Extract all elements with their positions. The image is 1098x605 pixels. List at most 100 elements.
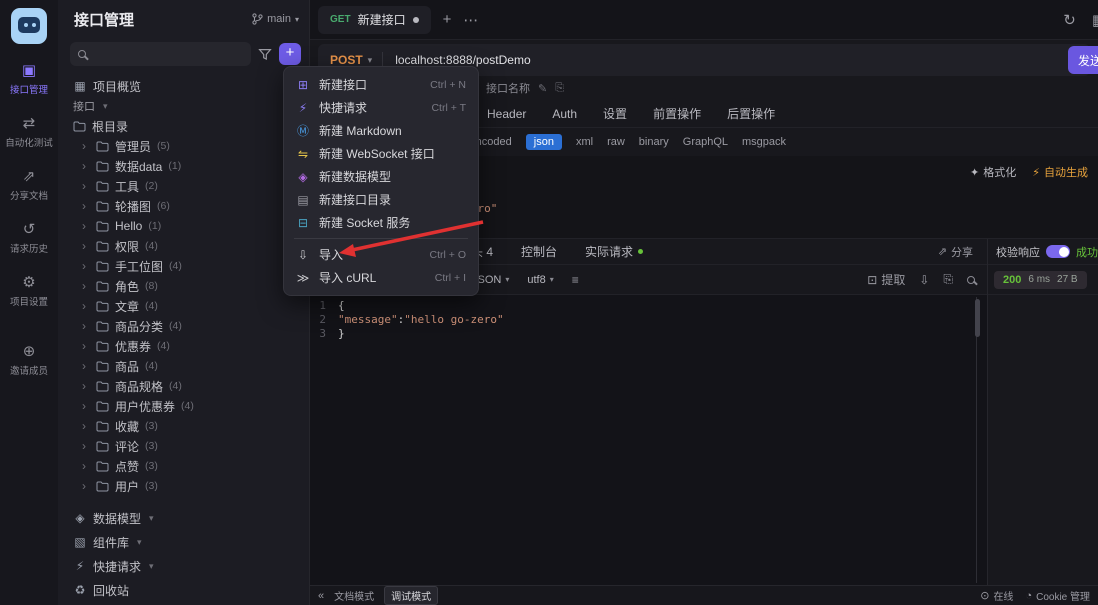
menu-item-new-api[interactable]: ⊞新建接口Ctrl + N [284,73,478,96]
debug-mode-button[interactable]: 调试模式 [384,586,438,605]
bottombar-item-cookie[interactable]: ◔Cookie 管理 [1025,588,1090,603]
bottombar-item-online[interactable]: ⊙在线 [980,588,1013,603]
rail-item-invite-member[interactable]: ⊕邀请成员 [5,335,53,388]
rail-item-api-management[interactable]: ▣接口管理 [5,54,53,107]
tree-folder-row[interactable]: ›用户优惠券(4) [58,396,309,416]
tree-folder-row[interactable]: ›用户(3) [58,476,309,496]
request-tab-设置[interactable]: 设置 [603,105,627,122]
body-type-json[interactable]: json [526,134,562,150]
folder-name: 文章 [115,298,139,315]
menu-item-data-model[interactable]: ◈新建数据模型 [284,165,478,188]
menu-item-socket-service[interactable]: ⊟新建 Socket 服务 [284,211,478,234]
editor-actions: ✦格式化 ⚡自动生成 [970,164,1088,180]
collapse-sidebar-button[interactable]: « [318,590,324,602]
tree-folder-row[interactable]: ›权限(4) [58,236,309,256]
folder-icon [96,301,109,312]
sidebar-section-quick-request[interactable]: ⚡快捷请求▾ [58,554,309,578]
menu-item-new-folder[interactable]: ▤新建接口目录 [284,188,478,211]
more-tabs-button[interactable]: ⋯ [463,11,478,29]
sidebar-section-data-model[interactable]: ◈数据模型▾ [58,506,309,530]
body-type-xml[interactable]: xml [576,136,593,148]
code-segment: : [398,313,405,327]
chevron-right-icon: › [82,379,90,393]
search-icon[interactable] [967,276,975,284]
response-tab[interactable]: 实际请求 [585,243,643,260]
search-box[interactable] [70,42,251,66]
send-button[interactable]: 发送 [1068,46,1098,74]
body-type-msgpack[interactable]: msgpack [742,136,786,148]
request-tab-Auth[interactable]: Auth [552,107,577,121]
body-type-GraphQL[interactable]: GraphQL [683,136,728,148]
scrollbar-thumb[interactable] [975,299,980,337]
tree-folder-row[interactable]: ›Hello(1) [58,216,309,236]
body-type-binary[interactable]: binary [639,136,669,148]
rail-item-share-docs[interactable]: ⇗分享文档 [5,160,53,213]
url-input[interactable]: localhost:8888/postDemo [395,53,530,67]
tree-folder-row[interactable]: ›管理员(5) [58,136,309,156]
format-button[interactable]: ✦格式化 [970,164,1016,180]
response-body[interactable]: 1{2 "message": "hello go-zero"3} [310,295,987,585]
menu-item-markdown[interactable]: Ⓜ新建 Markdown [284,119,478,142]
response-tab[interactable]: 控制台 [521,243,557,260]
rail-item-project-settings[interactable]: ⚙项目设置 [5,266,53,319]
tree-folder-row[interactable]: ›手工位图(4) [58,256,309,276]
chevron-right-icon: › [82,279,90,293]
folder-name: 商品分类 [115,318,163,335]
share-button[interactable]: ⇗分享 [938,244,973,260]
sidebar-section-apis[interactable]: 接口 ▾ [58,96,309,116]
rail-item-request-history[interactable]: ↺请求历史 [5,213,53,266]
folder-name: 商品规格 [115,378,163,395]
branch-selector[interactable]: main ▾ [252,13,299,25]
tree-folder-row[interactable]: ›商品规格(4) [58,376,309,396]
encoding-dropdown[interactable]: utf8▾ [527,274,553,286]
git-branch-icon [252,13,263,25]
tree-folder-row[interactable]: ›评论(3) [58,436,309,456]
rail-item-automation-test[interactable]: ⇄自动化测试 [5,107,53,160]
filter-icon[interactable] [258,48,272,61]
tree-folder-row[interactable]: ›优惠券(4) [58,336,309,356]
edit-icon[interactable]: ✎ [538,82,547,95]
doc-mode-button[interactable]: 文档模式 [334,588,374,603]
sidebar-item-project-overview[interactable]: ▦ 项目概览 [58,76,309,96]
wrap-lines-icon[interactable]: ≡ [572,273,579,287]
code-line: 2 "message": "hello go-zero" [310,313,987,327]
tab-new-api[interactable]: GET 新建接口 [318,6,431,34]
method-select[interactable]: POST [330,53,363,67]
copy-icon[interactable]: ⎘ [943,272,953,287]
request-tab-后置操作[interactable]: 后置操作 [727,105,775,122]
bottombar-right: ⊙在线 ◔Cookie 管理 [980,588,1090,603]
tree-folder-row[interactable]: ›点赞(3) [58,456,309,476]
body-type-raw[interactable]: raw [607,136,625,148]
app-logo[interactable] [11,8,47,44]
extract-button[interactable]: ⊡提取 [867,271,905,288]
section-label: 回收站 [93,582,129,599]
folder-name: 权限 [115,238,139,255]
tree-folder-row[interactable]: ›商品(4) [58,356,309,376]
tree-folder-row[interactable]: ›工具(2) [58,176,309,196]
response-side-panel: 校验响应 成功 200 6 ms 27 B [988,239,1098,585]
tree-folder-row[interactable]: ›角色(8) [58,276,309,296]
request-tab-前置操作[interactable]: 前置操作 [653,105,701,122]
new-tab-button[interactable]: + [443,11,452,28]
menu-item-quick-request[interactable]: ⚡快捷请求Ctrl + T [284,96,478,119]
menu-item-import[interactable]: ⇩导入Ctrl + O [284,243,478,266]
menu-item-curl-import[interactable]: ≫导入 cURLCtrl + I [284,266,478,289]
request-tab-Header[interactable]: Header [487,107,526,121]
add-new-button[interactable]: + [279,43,301,65]
menu-item-websocket[interactable]: ⇋新建 WebSocket 接口 [284,142,478,165]
layout-icon[interactable]: ▦ [1092,11,1098,29]
autogenerate-button[interactable]: ⚡自动生成 [1032,164,1088,180]
copy-icon[interactable]: ⎘ [555,82,564,95]
search-input[interactable] [92,48,243,60]
sidebar-section-recycle-bin[interactable]: ♻回收站 [58,578,309,602]
validate-toggle[interactable] [1046,245,1070,258]
tree-folder-row[interactable]: ›文章(4) [58,296,309,316]
sync-icon[interactable]: ↻ [1063,11,1076,29]
tree-folder-row[interactable]: ›数据data(1) [58,156,309,176]
tree-folder-row[interactable]: ›轮播图(6) [58,196,309,216]
download-icon[interactable]: ⇩ [919,273,929,287]
sidebar-section-component-library[interactable]: ▧组件库▾ [58,530,309,554]
tree-root-folder[interactable]: 根目录 [58,116,309,136]
tree-folder-row[interactable]: ›收藏(3) [58,416,309,436]
tree-folder-row[interactable]: ›商品分类(4) [58,316,309,336]
